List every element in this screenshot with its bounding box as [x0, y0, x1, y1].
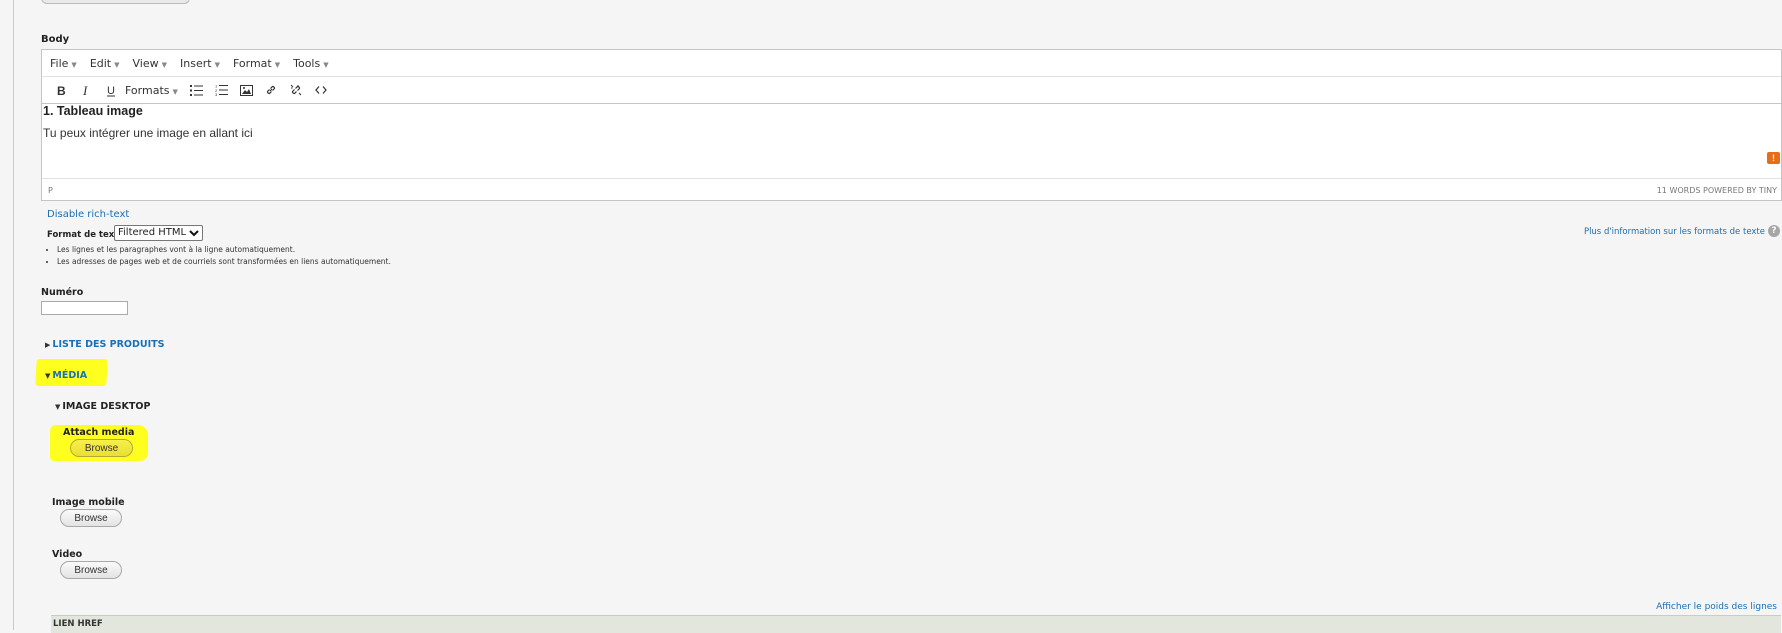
numero-input[interactable] [41, 301, 128, 315]
content-paragraph: Tu peux intégrer une image en allant ici [43, 126, 253, 140]
media-toggle[interactable]: ▼ MÉDIA [45, 370, 87, 381]
svg-text:U: U [107, 85, 115, 97]
menu-insert[interactable]: Insert ▼ [180, 57, 220, 70]
liste-produits-toggle[interactable]: ▶ LISTE DES PRODUITS [45, 339, 164, 350]
browse-button-video[interactable]: Browse [60, 561, 122, 579]
menu-file[interactable]: File ▼ [50, 57, 77, 70]
triangle-down-icon: ▼ [45, 372, 51, 380]
help-icon[interactable]: ? [1768, 225, 1780, 237]
editor-statusbar: P 11 WORDS POWERED BY TINY [42, 179, 1781, 202]
unlink-icon [291, 84, 302, 96]
underline-button[interactable]: U [98, 80, 123, 100]
svg-text:3: 3 [215, 92, 218, 96]
numbered-list-icon: 123 [215, 84, 228, 96]
formats-dropdown[interactable]: Formats ▼ [123, 84, 184, 97]
browse-button-mobile[interactable]: Browse [60, 509, 122, 527]
underline-icon: U [106, 85, 115, 97]
svg-text:I: I [82, 84, 88, 96]
svg-text:B: B [57, 84, 66, 96]
body-label: Body [41, 34, 70, 45]
bullet-list-icon [189, 84, 203, 96]
code-icon [315, 86, 328, 94]
grammar-warning-icon[interactable]: ! [1767, 152, 1780, 164]
text-format-label: Format de texte [47, 230, 125, 240]
insert-link-button[interactable] [259, 80, 284, 100]
image-desktop-label: IMAGE DESKTOP [62, 401, 151, 412]
chevron-down-icon: ▼ [114, 60, 120, 69]
insert-image-button[interactable] [234, 80, 259, 100]
remove-link-button[interactable] [284, 80, 309, 100]
bold-button[interactable]: B [48, 80, 73, 100]
content-heading: 1. Tableau image [43, 104, 143, 118]
editor-menubar: File ▼ Edit ▼ View ▼ Insert ▼ Format ▼ Tools ▼ [42, 50, 1781, 77]
source-code-button[interactable] [309, 80, 334, 100]
tip-item: Les lignes et les paragraphes vont à la … [57, 244, 391, 256]
image-desktop-toggle[interactable]: ▼ IMAGE DESKTOP [55, 401, 150, 412]
lien-href-label: LIEN HREF [53, 619, 103, 629]
menu-view[interactable]: View ▼ [133, 57, 168, 70]
tip-item: Les adresses de pages web et de courriel… [57, 256, 391, 268]
chevron-down-icon: ▼ [214, 60, 220, 69]
show-row-weights-link[interactable]: Afficher le poids des lignes [1656, 602, 1777, 612]
text-format-select[interactable]: Filtered HTML [114, 225, 203, 241]
media-label: MÉDIA [52, 370, 88, 381]
video-label: Video [52, 549, 83, 560]
editor-content[interactable]: 1. Tableau image Tu peux intégrer une im… [42, 104, 1781, 179]
disable-rich-text-link[interactable]: Disable rich-text [47, 209, 129, 220]
lien-href-header [51, 615, 1781, 633]
chevron-down-icon: ▼ [274, 60, 281, 69]
menu-format[interactable]: Format ▼ [233, 57, 280, 70]
numbered-list-button[interactable]: 123 [209, 80, 234, 100]
browse-button-desktop[interactable]: Browse [70, 439, 133, 457]
editor-toolbar: B I U Formats ▼ 123 [42, 77, 1781, 104]
bullet-list-button[interactable] [184, 80, 209, 100]
previous-button-edge[interactable] [41, 0, 190, 4]
element-path[interactable]: P [48, 186, 53, 195]
page-left-border [13, 0, 14, 630]
word-count: 11 WORDS POWERED BY TINY [1656, 186, 1777, 195]
triangle-down-icon: ▼ [55, 403, 61, 411]
italic-icon: I [82, 84, 88, 96]
text-format-value: Filtered HTML [118, 227, 187, 238]
triangle-right-icon: ▶ [45, 341, 51, 349]
link-icon [267, 85, 276, 95]
menu-edit[interactable]: Edit ▼ [90, 57, 120, 70]
chevron-down-icon: ▼ [161, 60, 168, 69]
italic-button[interactable]: I [73, 80, 98, 100]
image-mobile-label: Image mobile [52, 497, 125, 508]
bold-icon: B [57, 84, 66, 96]
menu-tools[interactable]: Tools ▼ [293, 57, 329, 70]
rich-text-editor: File ▼ Edit ▼ View ▼ Insert ▼ Format ▼ Tools ▼… [41, 49, 1782, 201]
liste-produits-label: LISTE DES PRODUITS [52, 339, 165, 350]
text-format-tips: Les lignes et les paragraphes vont à la … [45, 244, 391, 268]
chevron-down-icon: ▼ [323, 60, 329, 69]
chevron-down-icon: ▼ [71, 60, 77, 69]
chevron-down-icon: ▼ [172, 87, 178, 96]
text-format-info-link[interactable]: Plus d'information sur les formats de te… [1584, 227, 1765, 237]
attach-media-label: Attach media [63, 427, 135, 438]
chevron-down-icon [189, 230, 199, 237]
numero-label: Numéro [41, 287, 84, 298]
image-icon [239, 84, 253, 96]
